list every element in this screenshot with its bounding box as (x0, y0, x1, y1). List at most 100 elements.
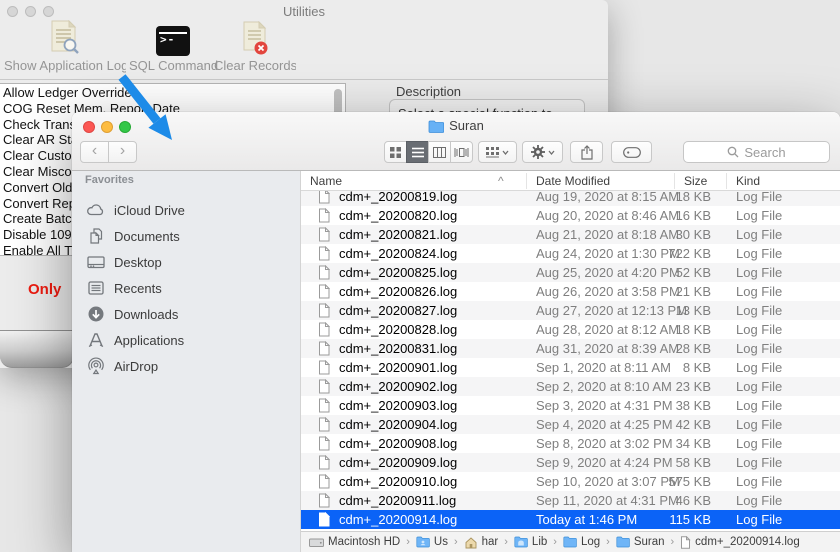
path-item-library[interactable]: Lib (514, 536, 547, 548)
file-row[interactable]: cdm+_20200904.log Sep 4, 2020 at 4:25 PM… (301, 415, 840, 434)
file-row[interactable]: cdm+_20200824.log Aug 24, 2020 at 1:30 P… (301, 244, 840, 263)
path-separator: › (605, 536, 611, 548)
grid-view-icon (390, 147, 401, 158)
file-date-modified: Aug 21, 2020 at 8:18 AM (536, 227, 659, 242)
sidebar-item-applications[interactable]: Applications (72, 327, 300, 353)
sidebar-item-airdrop[interactable]: AirDrop (72, 353, 300, 379)
file-kind: Log File (736, 227, 782, 242)
file-row[interactable]: cdm+_20200901.log Sep 1, 2020 at 8:11 AM… (301, 358, 840, 377)
column-divider[interactable] (726, 173, 727, 189)
file-date-modified: Aug 25, 2020 at 4:20 PM (536, 265, 659, 280)
file-row[interactable]: cdm+_20200821.log Aug 21, 2020 at 8:18 A… (301, 225, 840, 244)
sql-commands-button[interactable]: SQL Commands (129, 58, 218, 73)
path-item-file[interactable]: cdm+_20200914.log (680, 536, 800, 549)
column-header-size[interactable]: Size (684, 174, 707, 188)
file-date-modified: Sep 11, 2020 at 4:31 PM (536, 493, 659, 508)
document-magnifier-icon[interactable] (48, 20, 82, 56)
file-kind: Log File (736, 322, 782, 337)
tag-button[interactable] (611, 141, 652, 163)
file-size: 42 KB (659, 417, 711, 432)
file-row[interactable]: cdm+_20200910.log Sep 10, 2020 at 3:07 P… (301, 472, 840, 491)
file-date-modified: Sep 3, 2020 at 4:31 PM (536, 398, 659, 413)
arrange-button[interactable] (478, 141, 517, 163)
function-list-item[interactable]: Allow Ledger Overrides (3, 85, 345, 101)
file-name: cdm+_20200904.log (339, 417, 536, 432)
chevron-down-icon (502, 150, 509, 155)
icon-view-button[interactable] (384, 141, 407, 163)
terminal-icon[interactable]: >- (156, 26, 190, 56)
close-button-inactive[interactable] (7, 6, 18, 17)
file-row[interactable]: cdm+_20200911.log Sep 11, 2020 at 4:31 P… (301, 491, 840, 510)
clear-records-button[interactable]: Clear Records (214, 58, 296, 73)
sidebar-item-desktop[interactable]: Desktop (72, 249, 300, 275)
file-kind: Log File (736, 208, 782, 223)
column-header-date-modified[interactable]: Date Modified (536, 174, 610, 188)
documents-icon (86, 227, 106, 245)
file-kind: Log File (736, 303, 782, 318)
show-application-log-button[interactable]: Show Application Log (4, 58, 126, 73)
file-row[interactable]: cdm+_20200909.log Sep 9, 2020 at 4:24 PM… (301, 453, 840, 472)
column-header-kind[interactable]: Kind (736, 174, 760, 188)
finder-window: Suran ‹ › (72, 112, 840, 552)
share-button[interactable] (570, 141, 603, 163)
path-separator: › (670, 536, 676, 548)
file-row[interactable]: cdm+_20200828.log Aug 28, 2020 at 8:12 A… (301, 320, 840, 339)
list-view-button[interactable] (406, 141, 429, 163)
search-input[interactable]: Search (683, 141, 830, 163)
file-icon (318, 417, 330, 432)
sort-ascending-indicator: ^ (498, 174, 504, 188)
file-kind: Log File (736, 474, 782, 489)
sidebar-item-documents[interactable]: Documents (72, 223, 300, 249)
file-row[interactable]: cdm+_20200820.log Aug 20, 2020 at 8:46 A… (301, 206, 840, 225)
file-kind: Log File (736, 189, 782, 204)
column-divider[interactable] (526, 173, 527, 189)
file-row[interactable]: cdm+_20200827.log Aug 27, 2020 at 12:13 … (301, 301, 840, 320)
file-date-modified: Sep 4, 2020 at 4:25 PM (536, 417, 659, 432)
file-name: cdm+_20200821.log (339, 227, 536, 242)
column-divider[interactable] (674, 173, 675, 189)
file-row[interactable]: cdm+_20200914.log Today at 1:46 PM 115 K… (301, 510, 840, 529)
coverflow-view-button[interactable] (450, 141, 473, 163)
file-kind: Log File (736, 455, 782, 470)
file-row[interactable]: cdm+_20200903.log Sep 3, 2020 at 4:31 PM… (301, 396, 840, 415)
file-date-modified: Sep 2, 2020 at 8:10 AM (536, 379, 659, 394)
forward-button[interactable]: › (108, 141, 137, 163)
file-icon (318, 398, 330, 413)
path-item-home[interactable]: har (464, 536, 499, 549)
zoom-button-inactive[interactable] (43, 6, 54, 17)
file-row[interactable]: cdm+_20200902.log Sep 2, 2020 at 8:10 AM… (301, 377, 840, 396)
file-row[interactable]: cdm+_20200908.log Sep 8, 2020 at 3:02 PM… (301, 434, 840, 453)
search-icon (727, 146, 739, 158)
file-size: 18 KB (659, 189, 711, 204)
file-name: cdm+_20200909.log (339, 455, 536, 470)
file-row[interactable]: cdm+_20200831.log Aug 31, 2020 at 8:39 A… (301, 339, 840, 358)
file-size: 34 KB (659, 436, 711, 451)
toolbar-divider (0, 79, 608, 80)
file-name: cdm+_20200824.log (339, 246, 536, 261)
path-item-volume[interactable]: Macintosh HD (309, 536, 400, 549)
home-icon (464, 536, 478, 549)
file-row[interactable]: cdm+_20200825.log Aug 25, 2020 at 4:20 P… (301, 263, 840, 282)
action-button[interactable] (522, 141, 563, 163)
file-list-header: Name ^ Date Modified Size Kind (301, 171, 840, 191)
file-size: 18 KB (659, 322, 711, 337)
file-kind: Log File (736, 341, 782, 356)
path-item-suran[interactable]: Suran (616, 536, 665, 548)
file-icon (318, 493, 330, 508)
sidebar-item-downloads[interactable]: Downloads (72, 301, 300, 327)
column-header-name[interactable]: Name (310, 174, 342, 188)
file-list: Name ^ Date Modified Size Kind cdm+_2020… (301, 171, 840, 552)
back-button[interactable]: ‹ (80, 141, 109, 163)
column-view-button[interactable] (428, 141, 451, 163)
sidebar-item-icloud-drive[interactable]: iCloud Drive (72, 197, 300, 223)
sidebar-item-recents[interactable]: Recents (72, 275, 300, 301)
document-red-x-icon[interactable] (240, 21, 272, 57)
file-date-modified: Sep 10, 2020 at 3:07 PM (536, 474, 659, 489)
path-item-users[interactable]: Us (416, 536, 448, 548)
file-icon (318, 246, 330, 261)
file-row[interactable]: cdm+_20200826.log Aug 26, 2020 at 3:58 P… (301, 282, 840, 301)
finder-sidebar: Favorites iCloud Drive (72, 171, 301, 552)
gear-icon (531, 145, 545, 159)
path-item-logs[interactable]: Log (563, 536, 600, 548)
minimize-button-inactive[interactable] (25, 6, 36, 17)
